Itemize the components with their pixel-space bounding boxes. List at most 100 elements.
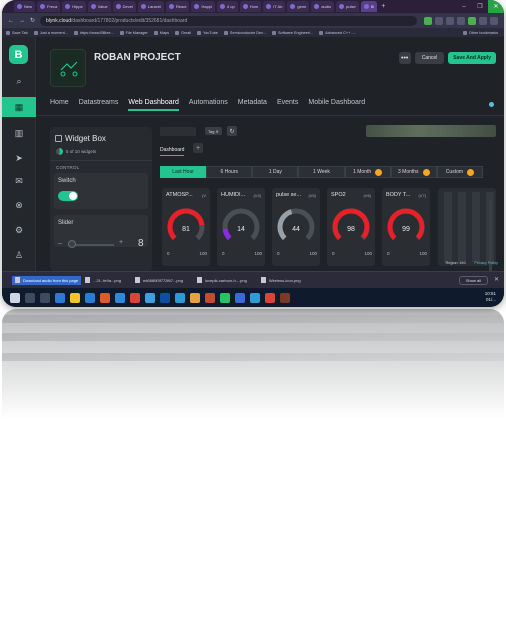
bookmark-item[interactable]: https://www.BBlee... bbox=[73, 30, 114, 35]
download-item[interactable]: ed6880f3f772f67...png bbox=[134, 277, 183, 283]
empty-widget-slot[interactable] bbox=[438, 188, 496, 266]
bookmark-item[interactable]: Just a moment... bbox=[33, 30, 68, 35]
browser-tab[interactable]: IT Ab bbox=[263, 1, 286, 12]
minimize-icon[interactable]: – bbox=[456, 0, 472, 13]
close-icon[interactable]: ✕ bbox=[494, 276, 499, 283]
circle-x-icon[interactable]: ⊗ bbox=[2, 195, 36, 215]
other-bookmarks[interactable]: Other bookmarks bbox=[462, 30, 498, 35]
gauge-widget[interactable]: ATMOSP... (V 81 0 100 bbox=[162, 188, 210, 266]
tab-automations[interactable]: Automations bbox=[189, 99, 228, 111]
search-icon[interactable]: ⌕ bbox=[2, 71, 36, 91]
gauge-widget[interactable]: BODY T... (V7) 99 0 100 bbox=[382, 188, 430, 266]
word-icon[interactable] bbox=[235, 292, 245, 303]
tag-chip[interactable]: Tag ✕ bbox=[205, 127, 222, 135]
megaphone-icon[interactable]: ✉ bbox=[2, 171, 36, 191]
download-item[interactable]: ...2f...fe9a...png bbox=[85, 277, 121, 283]
bookmark-item[interactable]: Save Tab bbox=[6, 30, 28, 35]
switch-toggle[interactable] bbox=[58, 191, 78, 201]
extension-icon[interactable] bbox=[424, 16, 432, 25]
close-icon[interactable]: ✕ bbox=[488, 0, 504, 13]
bookmark-item[interactable]: Advanced C++ -... bbox=[319, 30, 356, 35]
browser-tab[interactable]: Hippe bbox=[62, 1, 86, 12]
privacy-policy-link[interactable]: Privacy Policy bbox=[474, 261, 498, 265]
show-all-button[interactable]: Show all bbox=[458, 276, 488, 285]
grid-icon[interactable]: ▦ bbox=[2, 97, 36, 117]
whatsapp-icon[interactable] bbox=[220, 292, 230, 303]
range-custom[interactable]: Custom bbox=[436, 166, 483, 178]
telegram-icon[interactable] bbox=[145, 292, 155, 303]
bookmark-item[interactable]: File Manager bbox=[119, 30, 148, 35]
task-view-icon[interactable] bbox=[40, 292, 50, 303]
download-item[interactable]: Wireless-icon.png bbox=[260, 277, 301, 283]
tab-mobile-dashboard[interactable]: Mobile Dashboard bbox=[308, 99, 365, 111]
maximize-icon[interactable]: ❐ bbox=[472, 0, 488, 13]
new-tab-icon[interactable]: + bbox=[381, 3, 385, 10]
share-icon[interactable] bbox=[446, 16, 454, 25]
back-icon[interactable]: ← bbox=[8, 18, 14, 24]
device-selector-input[interactable] bbox=[160, 127, 196, 136]
browser-tab[interactable]: New bbox=[14, 1, 36, 12]
url-input[interactable]: blynk.cloud/dashboard/177802/products/ed… bbox=[40, 15, 417, 26]
tab-metadata[interactable]: Metadata bbox=[238, 99, 267, 111]
browser-tab[interactable]: Devel bbox=[112, 1, 136, 12]
puzzle-icon[interactable] bbox=[479, 16, 487, 25]
profile-icon[interactable] bbox=[490, 16, 498, 25]
vlc-icon[interactable] bbox=[190, 292, 200, 303]
tab-home[interactable]: Home bbox=[50, 99, 69, 111]
reload-icon[interactable]: ↻ bbox=[30, 17, 35, 24]
slider-minus-icon[interactable]: – bbox=[58, 240, 62, 247]
browser-tab[interactable]: Happi bbox=[191, 1, 215, 12]
extension-icon[interactable] bbox=[468, 16, 476, 25]
browser-tab[interactable]: Hum bbox=[239, 1, 262, 12]
tab-datastreams[interactable]: Datastreams bbox=[79, 99, 119, 111]
switch-widget[interactable]: Switch bbox=[54, 173, 148, 209]
app-icon[interactable] bbox=[280, 292, 290, 303]
refresh-icon[interactable]: ↻ bbox=[227, 126, 237, 136]
browser-tab[interactable]: 4 up bbox=[216, 1, 238, 12]
slider-widget[interactable]: Slider – + 8 bbox=[54, 215, 148, 249]
range-last-hour[interactable]: Last Hour bbox=[160, 166, 207, 178]
browser-tab[interactable]: Laravel bbox=[137, 1, 164, 12]
bookmark-item[interactable]: Software Engineeri... bbox=[271, 30, 313, 35]
slider-plus-icon[interactable]: + bbox=[119, 239, 123, 246]
range-6-hours[interactable]: 6 Hours bbox=[206, 166, 253, 178]
cancel-button[interactable]: Cancel bbox=[414, 52, 445, 64]
tab-dashboard[interactable]: Dashboard bbox=[160, 147, 185, 156]
add-dashboard-tab-button[interactable]: + bbox=[193, 143, 203, 153]
gear-icon[interactable]: ⚙ bbox=[2, 220, 36, 240]
bookmark-item[interactable]: Maps bbox=[153, 30, 169, 35]
gauge-widget[interactable]: HUMIDI... (V4) 14 0 100 bbox=[217, 188, 265, 266]
send-icon[interactable]: ➤ bbox=[2, 148, 36, 168]
range-3-months[interactable]: 3 Months bbox=[390, 166, 437, 178]
vscode-icon[interactable] bbox=[250, 292, 260, 303]
windows-start-icon[interactable] bbox=[10, 292, 20, 303]
browser-tab-active[interactable]: Bl bbox=[360, 1, 378, 12]
office-icon[interactable] bbox=[100, 292, 110, 303]
search-icon[interactable] bbox=[25, 292, 35, 303]
app-icon[interactable] bbox=[205, 292, 215, 303]
range-1-week[interactable]: 1 Week bbox=[298, 166, 345, 178]
browser-tab[interactable]: React bbox=[166, 1, 190, 12]
bookmark-item[interactable]: YouTube bbox=[197, 30, 218, 35]
telegram-icon[interactable] bbox=[175, 292, 185, 303]
chrome-icon[interactable] bbox=[130, 292, 140, 303]
tab-web-dashboard[interactable]: Web Dashboard bbox=[128, 99, 179, 111]
more-button[interactable]: ••• bbox=[398, 52, 411, 64]
gauge-widget[interactable]: SPO2 (V6) 98 0 100 bbox=[327, 188, 375, 266]
app-icon[interactable] bbox=[265, 292, 275, 303]
project-thumbnail[interactable] bbox=[50, 49, 86, 87]
browser-tab[interactable]: pulse bbox=[336, 1, 359, 12]
browser-tab[interactable]: Value bbox=[87, 1, 111, 12]
download-audio-toast[interactable]: Download audio from this page bbox=[12, 275, 82, 285]
file-explorer-icon[interactable] bbox=[70, 292, 80, 303]
browser-tab[interactable]: audio bbox=[311, 1, 335, 12]
building-icon[interactable]: ▥ bbox=[2, 123, 36, 143]
slider-handle[interactable] bbox=[68, 240, 76, 248]
blynk-logo[interactable]: B bbox=[9, 45, 28, 64]
browser-tab[interactable]: Freca bbox=[37, 1, 61, 12]
range-1-day[interactable]: 1 Day bbox=[252, 166, 299, 178]
store-icon[interactable] bbox=[85, 292, 95, 303]
save-and-apply-button[interactable]: Save And Apply bbox=[448, 52, 496, 64]
mail-icon[interactable] bbox=[115, 292, 125, 303]
user-icon[interactable]: ♙ bbox=[2, 245, 36, 265]
